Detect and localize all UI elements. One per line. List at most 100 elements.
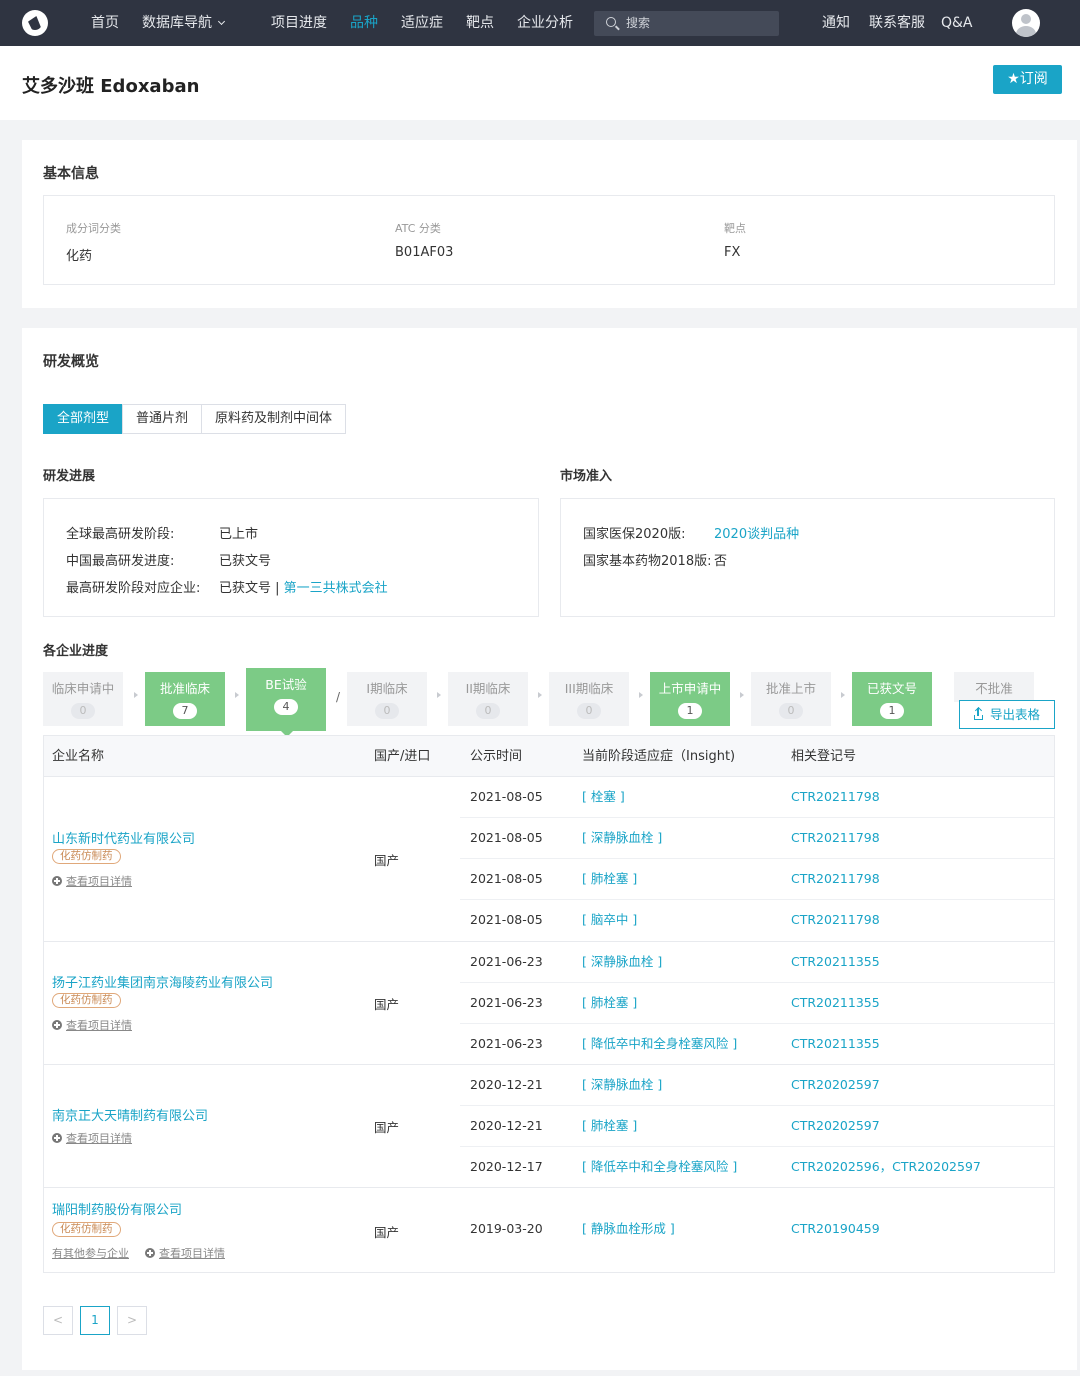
- subscribe-button[interactable]: ★订阅: [993, 65, 1062, 94]
- tab-all[interactable]: 全部剂型: [43, 404, 124, 434]
- reg-link[interactable]: CTR20211798: [791, 859, 880, 899]
- progress-title: 研发进展: [43, 469, 96, 484]
- detail-link[interactable]: 查看项目详情: [52, 1017, 132, 1033]
- stage-phase1[interactable]: I期临床 0: [347, 672, 427, 726]
- reg-link[interactable]: CTR20202597: [791, 1065, 880, 1105]
- indication-link[interactable]: [ 脑卒中 ]: [582, 900, 637, 940]
- stage-count: 1: [880, 703, 904, 719]
- arrow-icon: [740, 692, 744, 698]
- nav-target[interactable]: 靶点: [466, 0, 494, 46]
- tag-badge: 化药仿制药: [52, 1222, 121, 1237]
- plus-icon: [52, 876, 62, 886]
- nav-company-analysis[interactable]: 企业分析: [517, 0, 573, 46]
- market-box: 国家医保2020版: 2020谈判品种 国家基本药物2018版: 否: [560, 498, 1055, 617]
- arrow-icon: [134, 692, 138, 698]
- export-button[interactable]: 导出表格: [959, 700, 1055, 729]
- stage-market-approved[interactable]: 批准上市 0: [751, 672, 831, 726]
- stage-clinical-apply[interactable]: 临床申请中 0: [43, 672, 123, 726]
- nav-notify[interactable]: 通知: [822, 0, 850, 46]
- field-value: 化药: [66, 249, 93, 264]
- chevron-down-icon: [217, 17, 226, 26]
- reg-link[interactable]: CTR20202597: [791, 1106, 880, 1146]
- nav-support[interactable]: 联系客服: [869, 0, 925, 46]
- kv-value: 已获文号: [219, 554, 272, 569]
- nav-qa[interactable]: Q&A: [941, 0, 973, 46]
- other-companies-link[interactable]: 有其他参与企业: [52, 1245, 129, 1261]
- reg-link[interactable]: CTR20211798: [791, 818, 880, 858]
- kv-label: 中国最高研发进度:: [66, 554, 175, 569]
- nav-home[interactable]: 首页: [91, 0, 119, 46]
- company-link[interactable]: 南京正大天晴制药有限公司: [52, 1105, 208, 1124]
- indication-link[interactable]: [ 深静脉血栓 ]: [582, 942, 662, 982]
- stage-count: 0: [375, 703, 399, 719]
- date-cell: 2021-08-05: [470, 912, 543, 927]
- company-group: 瑞阳制药股份有限公司 化药仿制药 有其他参与企业 查看项目详情 国产 2019-…: [44, 1188, 1054, 1272]
- stage-count: 0: [71, 703, 95, 719]
- reg-link[interactable]: CTR20202596，CTR20202597: [791, 1147, 981, 1187]
- nav-progress[interactable]: 项目进度: [271, 0, 327, 46]
- next-page-button[interactable]: >: [117, 1306, 147, 1335]
- tag-badge: 化药仿制药: [52, 849, 121, 864]
- date-cell: 2021-06-23: [470, 995, 543, 1010]
- field-label: 成分词分类: [66, 222, 121, 235]
- stage-phase2[interactable]: II期临床 0: [448, 672, 528, 726]
- nav-variety[interactable]: 品种: [350, 0, 378, 46]
- origin: 国产: [374, 853, 400, 868]
- indication-link[interactable]: [ 静脉血栓形成 ]: [582, 1209, 675, 1249]
- page-button[interactable]: 1: [80, 1306, 110, 1335]
- rd-overview-card: 研发概览 全部剂型 普通片剂 原料药及制剂中间体 研发进展 市场准入 全球最高研…: [22, 328, 1077, 1370]
- stage-be-trial[interactable]: BE试验 4: [246, 668, 326, 737]
- reg-link[interactable]: CTR20211798: [791, 777, 880, 817]
- reg-link[interactable]: CTR20190459: [791, 1209, 880, 1249]
- stage-label: 已获文号: [866, 681, 917, 696]
- table-header: 企业名称 国产/进口 公示时间 当前阶段适应症（Insight) 相关登记号: [44, 736, 1054, 777]
- indication-link[interactable]: [ 深静脉血栓 ]: [582, 818, 662, 858]
- reg-link[interactable]: CTR20211355: [791, 983, 880, 1023]
- th-indication: 当前阶段适应症（Insight): [582, 749, 736, 764]
- reg-link[interactable]: CTR20211355: [791, 942, 880, 982]
- detail-label: 查看项目详情: [66, 875, 132, 888]
- indication-link[interactable]: [ 肺栓塞 ]: [582, 1106, 637, 1146]
- indication-link[interactable]: [ 肺栓塞 ]: [582, 859, 637, 899]
- indication-link[interactable]: [ 栓塞 ]: [582, 777, 625, 817]
- company-link[interactable]: 扬子江药业集团南京海陵药业有限公司: [52, 972, 273, 991]
- company-table: 企业名称 国产/进口 公示时间 当前阶段适应症（Insight) 相关登记号 山…: [43, 735, 1055, 1273]
- origin: 国产: [374, 997, 400, 1012]
- detail-link[interactable]: 查看项目详情: [145, 1245, 225, 1261]
- search-placeholder: 搜索: [626, 16, 651, 30]
- detail-link[interactable]: 查看项目详情: [52, 873, 132, 889]
- company-link[interactable]: 瑞阳制药股份有限公司: [52, 1199, 182, 1218]
- tab-tablet[interactable]: 普通片剂: [122, 404, 203, 434]
- nav-indication[interactable]: 适应症: [401, 0, 443, 46]
- prev-page-button[interactable]: <: [43, 1306, 73, 1335]
- stage-approval-number[interactable]: 已获文号 1: [852, 672, 932, 726]
- stage-count: 0: [779, 703, 803, 719]
- detail-link[interactable]: 查看项目详情: [52, 1130, 132, 1146]
- th-date: 公示时间: [470, 749, 523, 764]
- company-group: 南京正大天晴制药有限公司 查看项目详情 国产 2020-12-21 [ 深静脉血…: [44, 1065, 1054, 1188]
- stage-clinical-approved[interactable]: 批准临床 7: [145, 672, 225, 726]
- company-link[interactable]: 第一三共株式会社: [284, 581, 388, 596]
- logo-icon[interactable]: [22, 10, 48, 36]
- indication-link[interactable]: [ 降低卒中和全身栓塞风险 ]: [582, 1147, 737, 1187]
- stage-rejected[interactable]: 不批准: [954, 672, 1034, 702]
- origin: 国产: [374, 1120, 400, 1135]
- stage-phase3[interactable]: III期临床 0: [549, 672, 629, 726]
- plus-icon: [145, 1248, 155, 1258]
- nav-database[interactable]: 数据库导航: [142, 0, 226, 46]
- indication-link[interactable]: [ 深静脉血栓 ]: [582, 1065, 662, 1105]
- tab-api[interactable]: 原料药及制剂中间体: [201, 404, 347, 434]
- indication-link[interactable]: [ 降低卒中和全身栓塞风险 ]: [582, 1024, 737, 1064]
- insurance-link[interactable]: 2020谈判品种: [714, 523, 799, 542]
- avatar[interactable]: [1012, 9, 1040, 37]
- indication-link[interactable]: [ 肺栓塞 ]: [582, 983, 637, 1023]
- detail-label: 查看项目详情: [66, 1132, 132, 1145]
- table-row: 2021-08-05 [ 肺栓塞 ] CTR20211798: [460, 859, 1054, 900]
- search-input[interactable]: 搜索: [594, 11, 779, 36]
- company-group: 扬子江药业集团南京海陵药业有限公司 化药仿制药 查看项目详情 国产 2021-0…: [44, 942, 1054, 1065]
- company-link[interactable]: 山东新时代药业有限公司: [52, 828, 195, 847]
- reg-link[interactable]: CTR20211355: [791, 1024, 880, 1064]
- export-icon: [973, 708, 983, 720]
- reg-link[interactable]: CTR20211798: [791, 900, 880, 940]
- stage-market-apply[interactable]: 上市申请中 1: [650, 672, 730, 726]
